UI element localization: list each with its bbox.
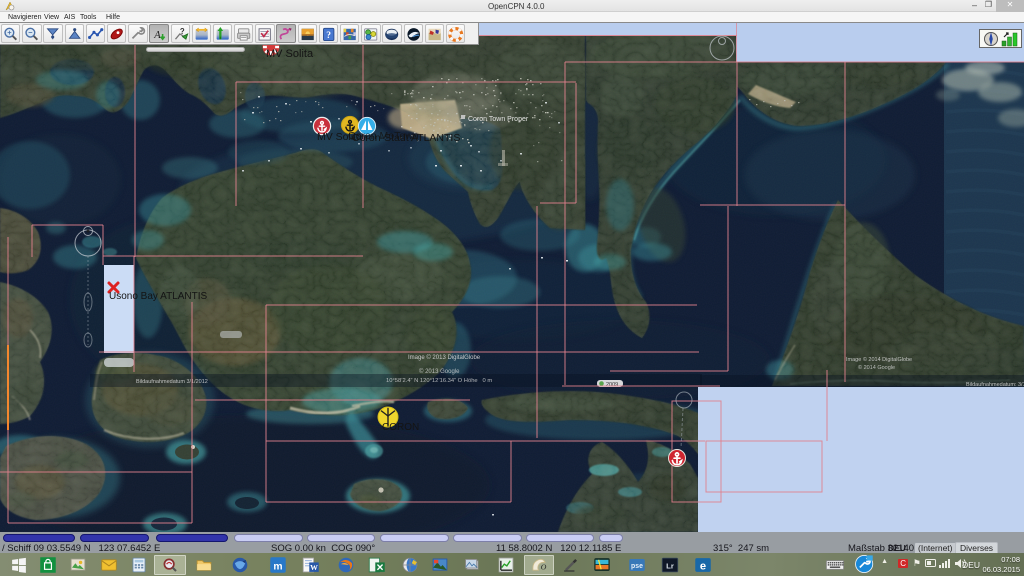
svg-text:© 2013 Google: © 2013 Google bbox=[419, 368, 460, 375]
svg-text:10°58’2.4” N 120°12’16.34” O H: 10°58’2.4” N 120°12’16.34” O Höhe 0 m bbox=[386, 378, 492, 384]
svg-text:© 2014 Google: © 2014 Google bbox=[858, 364, 895, 371]
svg-text:CORON: CORON bbox=[382, 422, 419, 433]
svg-text:2009: 2009 bbox=[606, 382, 618, 388]
svg-text:?: ? bbox=[326, 29, 331, 40]
svg-text:+: + bbox=[7, 28, 12, 37]
svg-text:Image © 2014 DigitalGlobe: Image © 2014 DigitalGlobe bbox=[846, 356, 912, 363]
svg-text:−: − bbox=[28, 28, 32, 37]
svg-text:Bildaufnahmedatum 3/1/2012: Bildaufnahmedatum 3/1/2012 bbox=[136, 379, 208, 385]
svg-text:Coron-Stadt ATLANTIS: Coron-Stadt ATLANTIS bbox=[352, 132, 460, 144]
svg-text:W: W bbox=[310, 563, 318, 572]
svg-text:e: e bbox=[700, 560, 706, 572]
svg-text:pse: pse bbox=[631, 563, 643, 570]
svg-text:A: A bbox=[154, 29, 162, 40]
svg-text:MV Solita: MV Solita bbox=[266, 48, 314, 60]
svg-text:Usono Bay ATLANTIS: Usono Bay ATLANTIS bbox=[109, 291, 208, 302]
svg-text:?: ? bbox=[179, 27, 184, 36]
svg-text:O: O bbox=[541, 562, 547, 571]
svg-text:Image © 2013 DigitalGlobe: Image © 2013 DigitalGlobe bbox=[408, 354, 481, 361]
svg-text:Lr: Lr bbox=[666, 561, 674, 570]
svg-text:m: m bbox=[273, 561, 282, 572]
svg-text:Coron Town Proper: Coron Town Proper bbox=[468, 116, 529, 123]
